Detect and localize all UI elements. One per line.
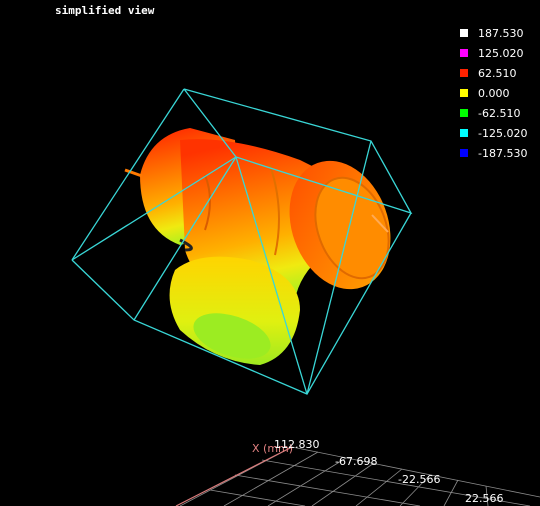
axis-tick-label: -67.698	[335, 455, 377, 468]
3d-viewport[interactable]: X (mm) 112.830 -67.698 -22.566 22.566	[0, 0, 540, 506]
axis-tick-label: 22.566	[465, 492, 504, 505]
grid-line	[223, 451, 319, 506]
grid-line	[311, 462, 375, 506]
axis-tick-label: 112.830	[274, 438, 320, 451]
axis-tick-label: -22.566	[398, 473, 440, 486]
grid-line	[234, 474, 421, 506]
grid-line	[355, 468, 403, 506]
